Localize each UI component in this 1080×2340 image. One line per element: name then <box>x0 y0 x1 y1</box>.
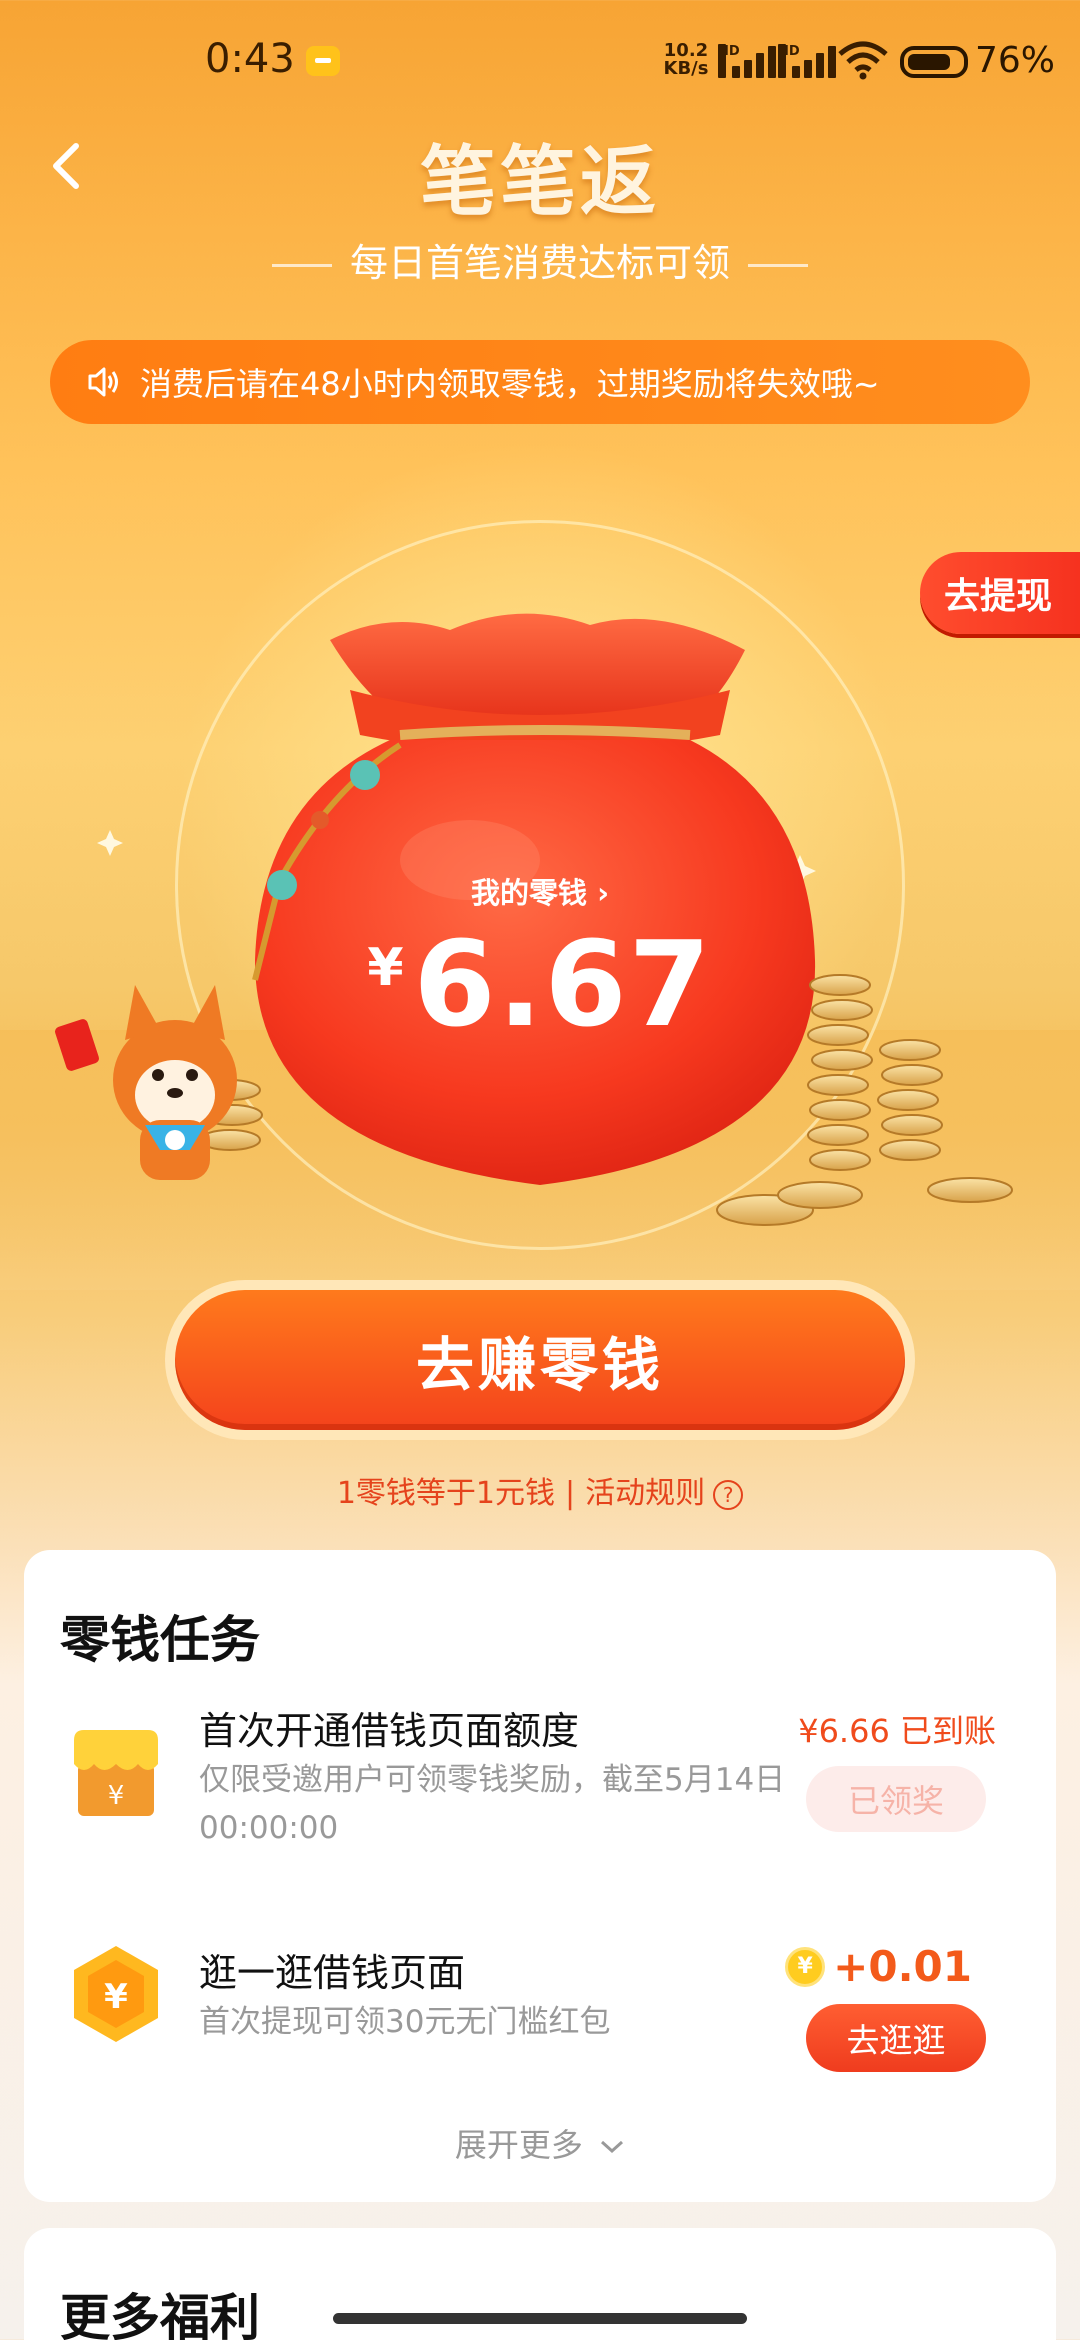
activity-rules-link[interactable]: 活动规则 <box>585 1476 705 1511</box>
cellular-signal-icon-2: HD <box>778 44 838 78</box>
cellular-signal-icon: HD <box>718 44 778 78</box>
rules-separator: | <box>565 1476 576 1511</box>
coin-reward: ¥ +0.01 <box>785 1942 972 1991</box>
currency-symbol: ¥ <box>367 938 404 998</box>
coin-reward-amount: +0.01 <box>833 1942 972 1991</box>
hd-label: HD <box>718 44 740 78</box>
expand-more-button[interactable]: 展开更多 <box>24 2120 1056 2166</box>
task-card-title: 零钱任务 <box>60 1611 260 1669</box>
wallet-label: 我的零钱 <box>470 876 587 910</box>
subtitle-left-dash <box>271 264 332 267</box>
task-description: 首次提现可领30元无门槛红包 <box>199 2004 611 2040</box>
task-reward-status: ¥6.66 已到账 <box>798 1712 996 1750</box>
expand-more-label: 展开更多 <box>454 2126 583 2164</box>
hexagon-icon-symbol: ¥ <box>104 1977 128 2017</box>
message-notification-icon <box>306 46 340 76</box>
wallet-balance: ¥6.67 <box>0 915 1080 1053</box>
task-description: 仅限受邀用户可领零钱奖励，截至5月14日00:00:00 <box>199 1762 786 1846</box>
status-time: 0:43 <box>205 36 295 82</box>
page-title: 笔笔返 <box>420 137 660 226</box>
chevron-right-icon: › <box>597 876 610 910</box>
exchange-rate-text: 1零钱等于1元钱 <box>336 1476 556 1511</box>
battery-icon <box>900 46 968 78</box>
more-benefits-title: 更多福利 <box>60 2289 260 2340</box>
page-subtitle: 每日首笔消费达标可领 <box>0 232 1080 287</box>
wifi-icon <box>838 41 888 80</box>
coin-icon: ¥ <box>785 1946 826 1987</box>
task-item: ¥ 首次开通借钱页面额度 仅限受邀用户可领零钱奖励，截至5月14日00:00:0… <box>24 1700 1056 1900</box>
yen-hexagon-icon: ¥ <box>74 1946 158 2042</box>
balance-amount: 6.67 <box>413 915 713 1053</box>
hd-label-2: HD <box>778 44 800 78</box>
battery-percent: 76% <box>975 40 1056 81</box>
help-icon[interactable]: ? <box>713 1479 744 1510</box>
shop-icon-symbol: ¥ <box>108 1781 125 1811</box>
speaker-icon <box>88 367 118 397</box>
my-wallet-link[interactable]: 我的零钱 › <box>0 870 1080 912</box>
shop-icon: ¥ <box>74 1730 158 1816</box>
earn-change-button-frame: 去赚零钱 <box>165 1280 915 1440</box>
task-title: 首次开通借钱页面额度 <box>199 1709 580 1753</box>
home-indicator[interactable] <box>333 2313 747 2324</box>
task-item: ¥ 逛一逛借钱页面 首次提现可领30元无门槛红包 ¥ +0.01 去逛逛 <box>24 1942 1056 2072</box>
task-title: 逛一逛借钱页面 <box>199 1951 466 1995</box>
subtitle-text: 每日首笔消费达标可领 <box>349 241 730 285</box>
go-browse-button[interactable]: 去逛逛 <box>806 2004 986 2072</box>
network-speed: 10.2 KB/s <box>660 42 712 78</box>
expiry-notice-banner: 消费后请在48小时内领取零钱，过期奖励将失效哦~ <box>50 340 1030 424</box>
claimed-button: 已领奖 <box>806 1766 986 1832</box>
notice-text: 消费后请在48小时内领取零钱，过期奖励将失效哦~ <box>140 365 880 403</box>
change-task-card: 零钱任务 ¥ 首次开通借钱页面额度 仅限受邀用户可领零钱奖励，截至5月14日00… <box>24 1550 1056 2202</box>
earn-change-button[interactable]: 去赚零钱 <box>175 1290 905 1430</box>
status-bar: 0:43 10.2 KB/s HD HD 76% <box>0 0 1080 120</box>
subtitle-right-dash <box>748 264 808 267</box>
network-speed-unit: KB/s <box>663 58 709 79</box>
chevron-down-icon <box>601 2140 624 2154</box>
rules-line: 1零钱等于1元钱 | 活动规则? <box>0 1468 1080 1512</box>
